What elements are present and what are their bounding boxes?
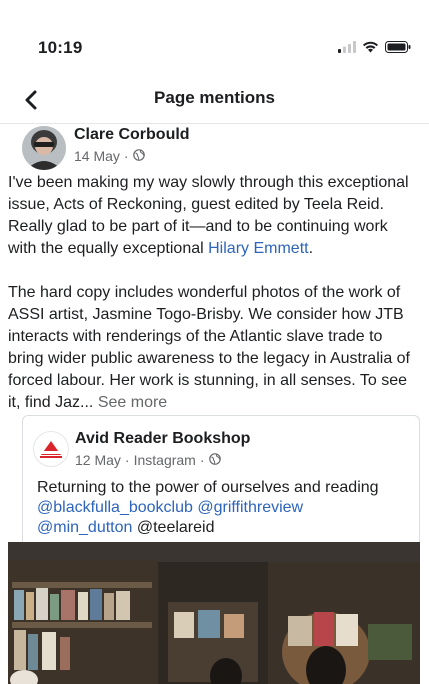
meta-separator: · xyxy=(124,452,130,468)
post-date[interactable]: 14 May xyxy=(74,148,120,164)
page-title: Page mentions xyxy=(154,88,275,107)
mention-min-dutton[interactable]: @min_dutton xyxy=(37,519,132,536)
post-paragraph-1: I've been making my way slowly through t… xyxy=(8,172,420,260)
post-photo[interactable] xyxy=(8,542,420,684)
meta-separator: · xyxy=(123,148,129,164)
shared-post-text: Returning to the power of ourselves and … xyxy=(37,478,413,538)
shared-post-author[interactable]: Avid Reader Bookshop xyxy=(75,430,250,448)
shared-post-source: Instagram xyxy=(133,452,196,468)
app-screen: 10:19 Page mentions Clare Corbould 14 Ma… xyxy=(0,0,429,684)
post-body: I've been making my way slowly through t… xyxy=(8,172,420,436)
post-paragraph-2: The hard copy includes wonderful photos … xyxy=(8,282,420,414)
post-text-1-end: . xyxy=(308,240,314,257)
wifi-icon xyxy=(362,40,379,58)
mention-blackfulla-bookclub[interactable]: @blackfulla_bookclub xyxy=(37,499,193,516)
nav-bar: Page mentions xyxy=(0,72,429,124)
mention-griffithreview[interactable]: @griffithreview xyxy=(197,499,303,516)
status-bar: 10:19 xyxy=(0,0,429,70)
globe-icon xyxy=(132,148,145,164)
shared-post-body: Returning to the power of ourselves and … xyxy=(37,479,379,496)
post-meta: 14 May · xyxy=(74,148,145,164)
status-icons xyxy=(338,40,411,58)
bookshop-logo-icon[interactable] xyxy=(33,431,69,467)
post-text-2: The hard copy includes wonderful photos … xyxy=(8,284,410,411)
post-author[interactable]: Clare Corbould xyxy=(74,126,190,144)
see-more-link[interactable]: See more xyxy=(93,394,167,411)
battery-icon xyxy=(385,40,411,58)
shared-post-meta: 12 May · Instagram · xyxy=(75,452,221,468)
mention-teelareid: @teelareid xyxy=(136,519,215,536)
meta-separator: · xyxy=(199,452,205,468)
post-header: Clare Corbould 14 May · xyxy=(22,124,412,170)
shared-post-date[interactable]: 12 May xyxy=(75,452,121,468)
status-time: 10:19 xyxy=(38,38,83,57)
globe-icon xyxy=(208,452,221,468)
shared-post-card[interactable]: Avid Reader Bookshop 12 May · Instagram … xyxy=(22,415,420,543)
mention-hilary-emmett[interactable]: Hilary Emmett xyxy=(208,240,308,257)
avatar[interactable] xyxy=(22,126,66,170)
signal-icon xyxy=(338,40,356,58)
